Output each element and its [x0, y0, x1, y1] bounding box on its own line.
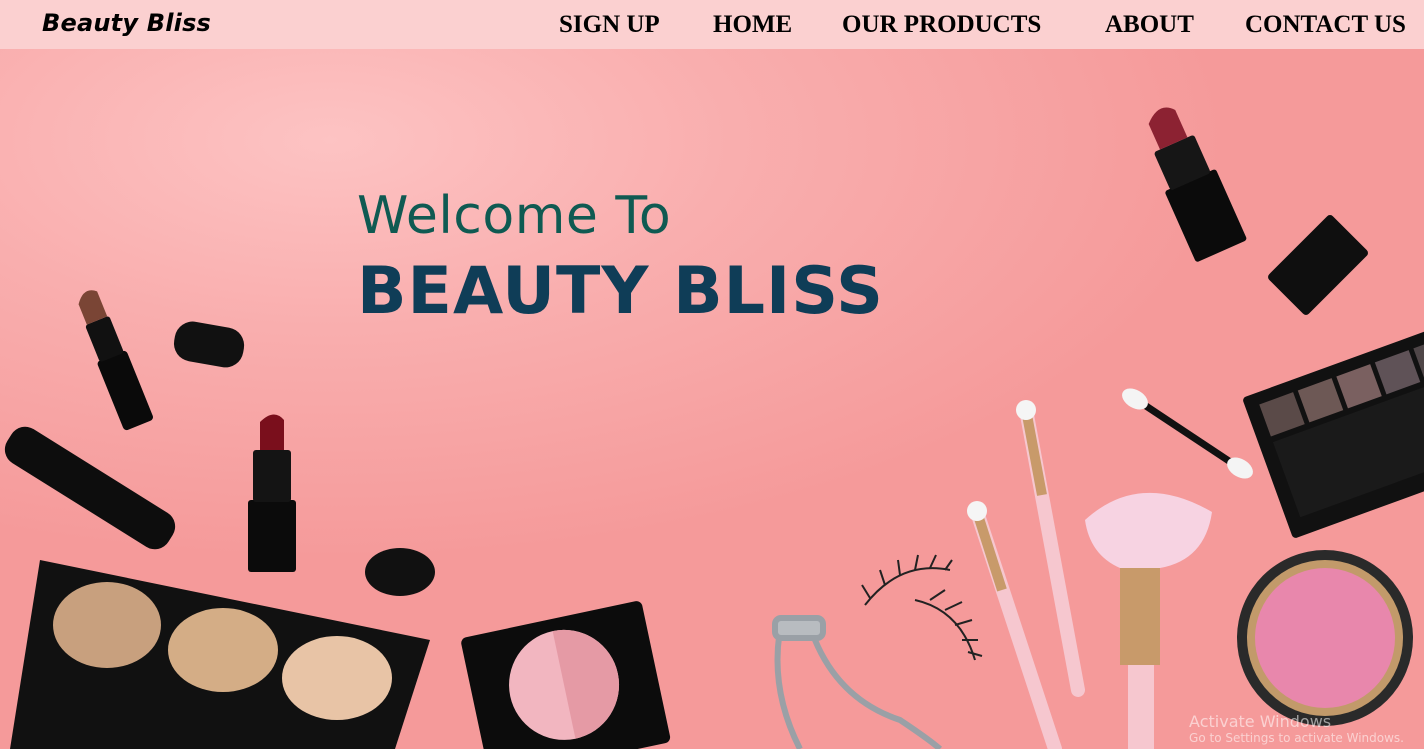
nav-home-link[interactable]: HOME [713, 11, 792, 39]
hero-title: BEAUTY BLISS [357, 254, 884, 329]
false-eyelash-icon [861, 554, 983, 661]
nav-our-products-link[interactable]: OUR PRODUCTS [842, 11, 1041, 39]
lipstick-icon [1148, 107, 1247, 262]
nav-about-link[interactable]: ABOUT [1105, 11, 1194, 39]
eyeshadow-palette-icon [1243, 323, 1424, 538]
lipstick-cap-icon [1268, 215, 1368, 315]
lipstick-icon [4, 426, 176, 550]
hero-welcome-text: Welcome To [357, 186, 672, 246]
blush-compact-icon [1237, 550, 1413, 726]
eyelash-curler-icon [772, 615, 943, 749]
brand-logo[interactable]: Beauty Bliss [42, 9, 211, 37]
lipstick-icon [78, 290, 153, 431]
nav-signup-link[interactable]: SIGN UP [559, 11, 660, 39]
lipstick-cap-icon [173, 321, 245, 368]
lipstick-icon [248, 414, 296, 572]
watermark-title: Activate Windows [1189, 712, 1332, 731]
navbar: Beauty Bliss SIGN UP HOME OUR PRODUCTS A… [0, 0, 1424, 49]
cosmetics-background-image [4, 107, 1424, 749]
blush-compact-icon [461, 601, 671, 749]
makeup-brush-icon [1085, 492, 1212, 749]
hero-section: Welcome To BEAUTY BLISS [0, 0, 1424, 749]
nav-contact-us-link[interactable]: CONTACT US [1245, 11, 1406, 39]
watermark-subtitle: Go to Settings to activate Windows. [1189, 731, 1404, 745]
makeup-brush-icon [967, 501, 1062, 749]
lipstick-cap-icon [365, 548, 435, 596]
eyeshadow-palette-icon [10, 560, 430, 749]
activate-windows-watermark: Activate Windows Go to Settings to activ… [1189, 712, 1404, 745]
eyeshadow-applicator-icon [1122, 388, 1253, 479]
